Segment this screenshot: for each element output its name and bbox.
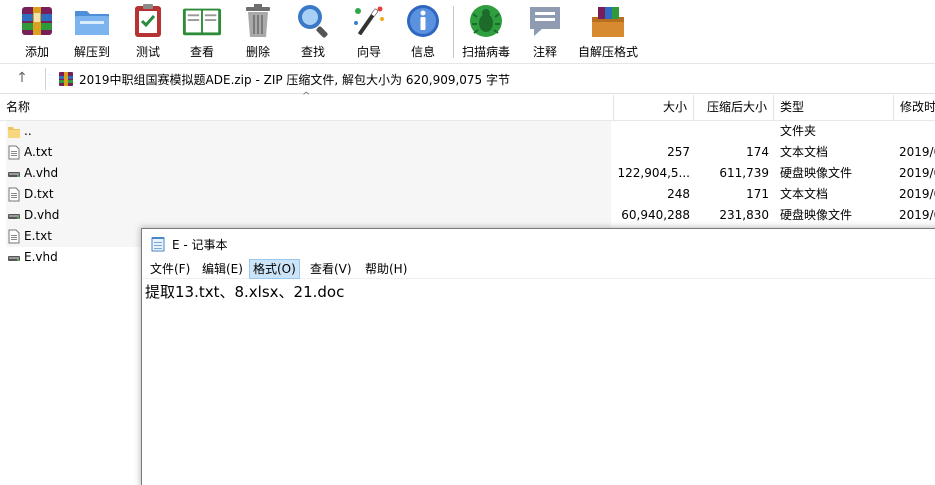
add-button[interactable]: 添加 — [17, 2, 57, 62]
table-row[interactable]: A.txt 257 174 文本文档 2019/0 — [0, 142, 935, 163]
text-file-icon — [7, 187, 21, 202]
extract-to-button[interactable]: 解压到 — [72, 2, 112, 62]
notepad-title: E - 记事本 — [172, 238, 228, 252]
file-name: A.vhd — [24, 166, 59, 180]
file-modified: 2019/0 — [899, 166, 935, 180]
virus-scan-button[interactable]: 扫描病毒 — [462, 2, 510, 62]
file-type: 硬盘映像文件 — [780, 166, 853, 180]
table-row[interactable]: D.vhd 60,940,288 231,830 硬盘映像文件 2019/0 — [0, 205, 935, 226]
notepad-menubar: 文件(F) 编辑(E) 格式(O) 查看(V) 帮助(H) — [142, 259, 935, 279]
menu-help[interactable]: 帮助(H) — [362, 259, 410, 279]
file-packed-size: 171 — [746, 187, 769, 201]
file-type: 文件夹 — [780, 124, 817, 138]
toolbar: 添加 解压到 测试 查看 删除 查找 向导 信息 扫描病毒 注释 自解压格式 — [0, 0, 935, 64]
file-name: E.vhd — [24, 250, 58, 264]
text-file-icon — [7, 145, 21, 160]
file-packed-size: 611,739 — [719, 166, 769, 180]
file-name: E.txt — [24, 229, 52, 243]
file-name: A.txt — [24, 145, 53, 159]
column-header-modified[interactable]: 修改时 — [894, 95, 935, 120]
file-name: .. — [24, 124, 32, 138]
magic-wand-icon — [349, 2, 389, 40]
file-type: 文本文档 — [780, 187, 829, 201]
table-row[interactable]: D.txt 248 171 文本文档 2019/0 — [0, 184, 935, 205]
bug-icon — [466, 2, 506, 40]
notepad-titlebar[interactable]: E - 记事本 — [142, 229, 935, 259]
menu-edit[interactable]: 编辑(E) — [199, 259, 246, 279]
file-packed-size: 231,830 — [719, 208, 769, 222]
disk-image-icon — [7, 208, 21, 223]
file-size: 257 — [667, 145, 690, 159]
sort-ascending-icon: ^ — [302, 91, 311, 102]
file-modified: 2019/0 — [899, 145, 935, 159]
archive-icon — [58, 71, 74, 87]
sfx-button[interactable]: 自解压格式 — [578, 2, 638, 62]
book-icon — [182, 2, 222, 40]
folder-icon — [7, 124, 21, 139]
file-name: D.txt — [24, 187, 54, 201]
archive-path[interactable]: 2019中职组国赛模拟题ADE.zip - ZIP 压缩文件, 解包大小为 62… — [79, 71, 510, 88]
sfx-box-icon — [588, 2, 628, 40]
menu-view[interactable]: 查看(V) — [307, 259, 355, 279]
menu-format[interactable]: 格式(O) — [249, 259, 300, 279]
file-type: 文本文档 — [780, 145, 829, 159]
delete-button[interactable]: 删除 — [238, 2, 278, 62]
info-button[interactable]: 信息 — [403, 2, 443, 62]
comment-button[interactable]: 注释 — [525, 2, 565, 62]
file-size: 248 — [667, 187, 690, 201]
notepad-text-content[interactable]: 提取13.txt、8.xlsx、21.doc — [145, 281, 344, 302]
file-modified: 2019/0 — [899, 208, 935, 222]
file-size: 60,940,288 — [621, 208, 690, 222]
notepad-window[interactable]: E - 记事本 文件(F) 编辑(E) 格式(O) 查看(V) 帮助(H) 提取… — [141, 228, 935, 485]
test-button[interactable]: 测试 — [128, 2, 168, 62]
path-separator — [45, 68, 46, 90]
text-file-icon — [7, 229, 21, 244]
column-header-type[interactable]: 类型 — [774, 95, 894, 120]
path-bar: ↑ 2019中职组国赛模拟题ADE.zip - ZIP 压缩文件, 解包大小为 … — [0, 64, 935, 94]
menu-file[interactable]: 文件(F) — [147, 259, 193, 279]
table-row[interactable]: A.vhd 122,904,5... 611,739 硬盘映像文件 2019/0 — [0, 163, 935, 184]
comment-icon — [525, 2, 565, 40]
toolbar-separator — [453, 6, 454, 58]
disk-image-icon — [7, 250, 21, 265]
find-button[interactable]: 查找 — [293, 2, 333, 62]
column-header-size[interactable]: 大小 — [614, 95, 694, 120]
file-name: D.vhd — [24, 208, 60, 222]
notepad-icon — [151, 236, 165, 252]
file-packed-size: 174 — [746, 145, 769, 159]
disk-image-icon — [7, 166, 21, 181]
folder-extract-icon — [72, 2, 112, 40]
file-modified: 2019/0 — [899, 187, 935, 201]
column-header-packed[interactable]: 压缩后大小 — [694, 95, 774, 120]
info-icon — [403, 2, 443, 40]
up-arrow-icon[interactable]: ↑ — [13, 69, 31, 87]
add-icon — [17, 2, 57, 40]
view-button[interactable]: 查看 — [182, 2, 222, 62]
file-type: 硬盘映像文件 — [780, 208, 853, 222]
trash-icon — [238, 2, 278, 40]
table-row[interactable]: .. 文件夹 — [0, 121, 935, 142]
wizard-button[interactable]: 向导 — [349, 2, 389, 62]
magnifier-icon — [293, 2, 333, 40]
clipboard-check-icon — [128, 2, 168, 40]
file-size: 122,904,5... — [617, 166, 690, 180]
